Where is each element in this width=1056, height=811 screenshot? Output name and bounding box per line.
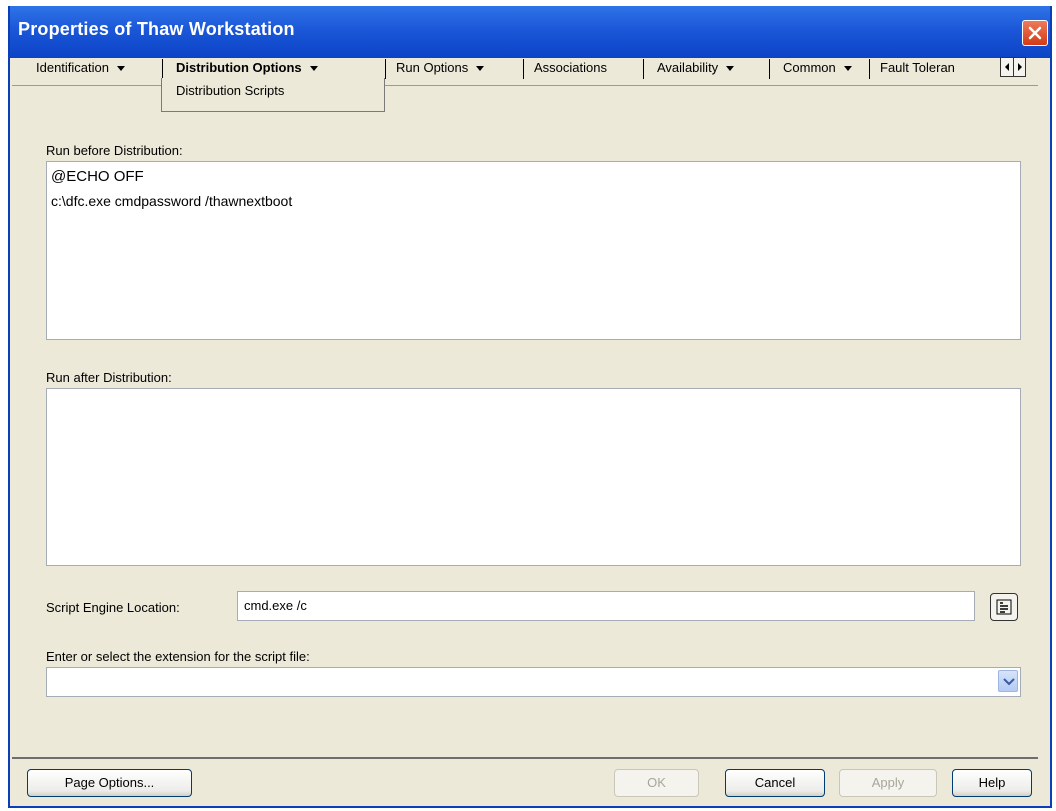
tab-separator: [869, 59, 870, 79]
apply-button[interactable]: Apply: [839, 769, 937, 797]
script-engine-input[interactable]: cmd.exe /c: [237, 591, 975, 621]
tab-scroll-buttons: [1000, 57, 1026, 77]
scroll-left-button[interactable]: [1001, 58, 1013, 76]
tab-separator: [769, 59, 770, 79]
chevron-down-icon[interactable]: [117, 66, 125, 72]
script-engine-label: Script Engine Location:: [46, 600, 180, 615]
help-button[interactable]: Help: [952, 769, 1032, 797]
tab-separator: [162, 59, 163, 79]
tab-label: Distribution Options: [176, 60, 302, 75]
tab-distribution-options[interactable]: Distribution Options: [176, 58, 318, 78]
cancel-button[interactable]: Cancel: [725, 769, 825, 797]
tab-separator: [643, 59, 644, 79]
script-line: @ECHO OFF: [51, 168, 144, 185]
chevron-down-icon[interactable]: [309, 66, 318, 72]
tab-label: Run Options: [396, 60, 469, 75]
tab-common[interactable]: Common: [783, 58, 852, 78]
chevron-down-icon: [1003, 678, 1015, 686]
run-before-label: Run before Distribution:: [46, 143, 183, 158]
tab-dropdown-menu: Distribution Scripts: [161, 78, 385, 112]
tab-label: Associations: [534, 60, 607, 75]
window-title: Properties of Thaw Workstation: [18, 19, 295, 39]
page-options-button[interactable]: Page Options...: [27, 769, 192, 797]
chevron-down-icon[interactable]: [843, 66, 852, 72]
file-browse-icon: [996, 599, 1012, 615]
close-icon: [1028, 26, 1042, 40]
combobox-dropdown-button[interactable]: [998, 670, 1018, 692]
run-before-textarea[interactable]: @ECHO OFF c:\dfc.exe cmdpassword /thawne…: [46, 161, 1021, 340]
extension-combobox[interactable]: [46, 667, 1021, 697]
chevron-down-icon[interactable]: [726, 66, 735, 72]
tab-run-options[interactable]: Run Options: [396, 58, 485, 78]
scroll-right-button[interactable]: [1014, 58, 1026, 76]
title-bar[interactable]: Properties of Thaw Workstation: [10, 6, 1050, 58]
tab-separator: [385, 59, 386, 79]
extension-label: Enter or select the extension for the sc…: [46, 649, 310, 664]
tab-label: Common: [783, 60, 836, 75]
tab-label: Identification: [36, 60, 109, 75]
run-after-textarea[interactable]: [46, 388, 1021, 566]
menu-item-distribution-scripts[interactable]: Distribution Scripts: [176, 83, 284, 98]
arrow-left-icon: [1005, 63, 1009, 71]
run-after-label: Run after Distribution:: [46, 370, 172, 385]
tab-associations[interactable]: Associations: [534, 58, 607, 78]
tab-label: Availability: [657, 60, 719, 75]
tab-separator: [523, 59, 524, 79]
tab-availability[interactable]: Availability: [657, 58, 735, 78]
arrow-right-icon: [1018, 63, 1022, 71]
script-line: c:\dfc.exe cmdpassword /thawnextboot: [51, 193, 293, 209]
tab-identification[interactable]: Identification: [36, 58, 125, 78]
close-button[interactable]: [1022, 20, 1048, 46]
browse-button[interactable]: [990, 593, 1018, 621]
ok-button[interactable]: OK: [614, 769, 699, 797]
tab-label: Fault Toleran: [880, 60, 955, 75]
chevron-down-icon[interactable]: [476, 66, 485, 72]
button-area-divider: [12, 757, 1038, 759]
tab-fault-tolerance[interactable]: Fault Toleran: [880, 58, 998, 78]
